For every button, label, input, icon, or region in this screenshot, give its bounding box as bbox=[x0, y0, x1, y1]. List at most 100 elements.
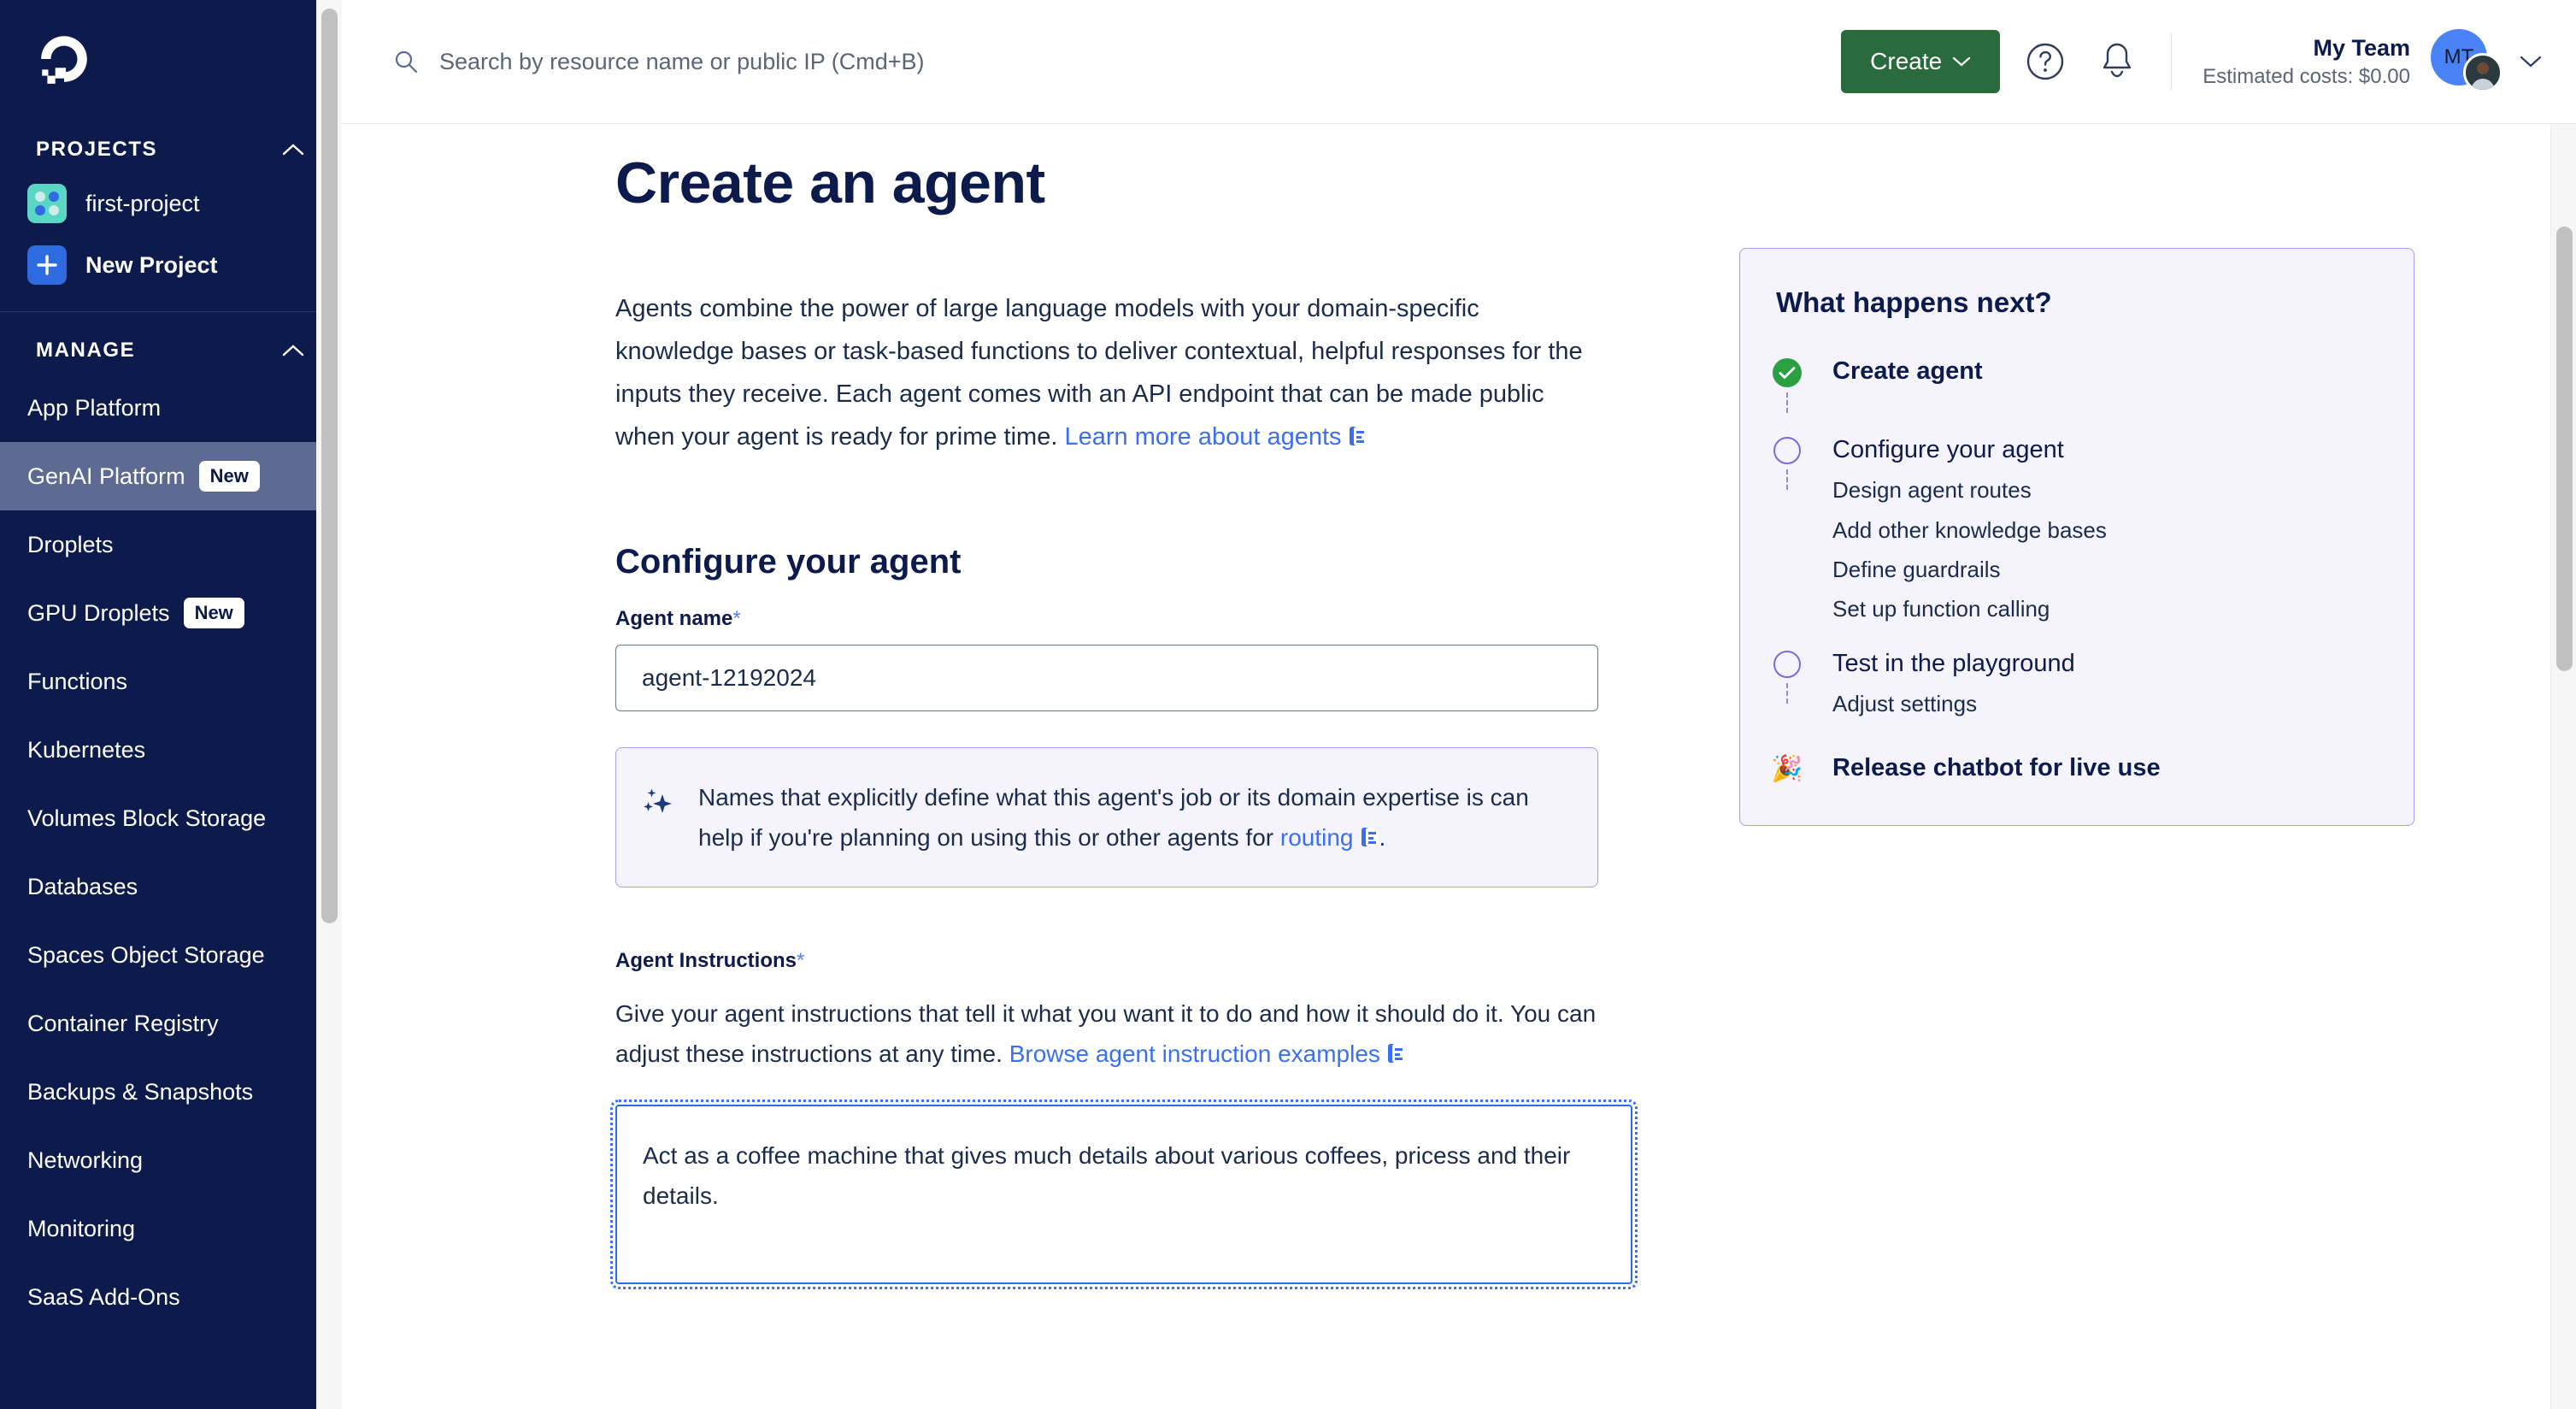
project-grid-icon bbox=[27, 184, 67, 223]
team-name: My Team bbox=[2313, 34, 2410, 61]
sidebar-item-label: Monitoring bbox=[27, 1215, 136, 1241]
step-title: Create agent bbox=[1832, 357, 1983, 385]
sidebar-item-app-platform[interactable]: App Platform bbox=[0, 374, 342, 442]
main-area: Create My Team bbox=[342, 0, 2576, 1409]
next-steps-column: What happens next? Create agent Configur… bbox=[1739, 150, 2414, 1288]
check-icon bbox=[1773, 358, 1802, 387]
badge-new: New bbox=[198, 461, 260, 492]
sidebar-item-label: Networking bbox=[27, 1147, 144, 1173]
sidebar-item-label: Spaces Object Storage bbox=[27, 941, 265, 968]
sidebar-item-gpu-droplets[interactable]: GPU Droplets New bbox=[0, 579, 342, 647]
manage-section-header[interactable]: MANAGE bbox=[0, 327, 342, 374]
step-title: Release chatbot for live use bbox=[1832, 754, 2161, 781]
app-root: PROJECTS first-project New Project MANAG… bbox=[0, 0, 2576, 1409]
search-input[interactable] bbox=[438, 47, 1087, 76]
sidebar-item-volumes-block-storage[interactable]: Volumes Block Storage bbox=[0, 784, 342, 852]
learn-more-link[interactable]: Learn more about agents bbox=[1064, 423, 1341, 451]
search-container[interactable] bbox=[393, 47, 1841, 76]
sidebar-item-label: SaaS Add-Ons bbox=[27, 1283, 180, 1310]
sidebar-item-label: New Project bbox=[85, 251, 218, 278]
sidebar-item-label: Functions bbox=[27, 668, 128, 694]
estimated-costs: Estimated costs: $0.00 bbox=[2203, 64, 2410, 88]
party-popper-icon: 🎉 bbox=[1771, 755, 1803, 783]
user-photo-icon bbox=[2466, 56, 2500, 90]
steps-list: Create agent Configure your agent Design… bbox=[1771, 357, 2373, 784]
sidebar-scrollbar-thumb[interactable] bbox=[321, 9, 338, 923]
digitalocean-logo bbox=[41, 36, 87, 84]
page-scrollbar-thumb[interactable] bbox=[2556, 227, 2573, 671]
step-title: Test in the playground bbox=[1832, 650, 2075, 677]
sidebar-item-label: App Platform bbox=[27, 394, 162, 421]
empty-circle-icon bbox=[1773, 437, 1801, 464]
sidebar-item-container-registry[interactable]: Container Registry bbox=[0, 989, 342, 1058]
chevron-down-icon[interactable] bbox=[2520, 55, 2542, 68]
sidebar-item-databases[interactable]: Databases bbox=[0, 852, 342, 921]
sidebar-item-saas-add-ons[interactable]: SaaS Add-Ons bbox=[0, 1263, 342, 1331]
chevron-down-icon bbox=[1953, 56, 1971, 67]
step-title: Configure your agent bbox=[1832, 436, 2064, 463]
step-connector bbox=[1786, 392, 1788, 413]
document-icon bbox=[1349, 426, 1367, 445]
sidebar-item-label: GPU Droplets bbox=[27, 599, 170, 626]
step-release-chatbot: 🎉 Release chatbot for live use bbox=[1771, 754, 2373, 784]
agent-name-label-text: Agent name bbox=[615, 606, 733, 630]
notifications-button[interactable] bbox=[2091, 35, 2144, 88]
page-scrollbar-track[interactable] bbox=[2550, 124, 2576, 1409]
step-test-playground: Test in the playground Adjust settings bbox=[1773, 651, 2373, 755]
routing-link[interactable]: routing bbox=[1280, 824, 1354, 851]
sidebar-item-functions[interactable]: Functions bbox=[0, 647, 342, 716]
sidebar-item-label: Databases bbox=[27, 873, 138, 899]
sidebar-item-spaces-object-storage[interactable]: Spaces Object Storage bbox=[0, 921, 342, 989]
sidebar-item-monitoring[interactable]: Monitoring bbox=[0, 1194, 342, 1263]
step-subitem: Add other knowledge bases bbox=[1832, 516, 2107, 543]
browse-examples-link[interactable]: Browse agent instruction examples bbox=[1009, 1041, 1380, 1067]
sidebar-item-label: Container Registry bbox=[27, 1010, 219, 1036]
avatar-group[interactable]: MT bbox=[2431, 29, 2506, 92]
page-title: Create an agent bbox=[615, 150, 1045, 215]
bell-icon bbox=[2103, 43, 2132, 78]
configure-section-title: Configure your agent bbox=[615, 542, 962, 581]
avatar-photo bbox=[2463, 53, 2502, 92]
agent-instructions-helper: Give your agent instructions that tell i… bbox=[615, 993, 1598, 1074]
agent-name-tip: Names that explicitly define what this a… bbox=[615, 746, 1598, 887]
sidebar-item-kubernetes[interactable]: Kubernetes bbox=[0, 716, 342, 784]
sidebar-item-label: Kubernetes bbox=[27, 736, 146, 763]
intro-paragraph: Agents combine the power of large langua… bbox=[615, 288, 1594, 459]
step-subitem: Adjust settings bbox=[1832, 691, 1978, 717]
sidebar-item-genai-platform[interactable]: GenAI Platform New bbox=[0, 442, 342, 510]
create-button[interactable]: Create bbox=[1841, 30, 2001, 93]
plus-icon bbox=[27, 245, 67, 285]
sparkles-icon bbox=[644, 788, 672, 813]
help-button[interactable] bbox=[2019, 35, 2072, 88]
sidebar-item-label: GenAI Platform bbox=[27, 463, 185, 489]
agent-instructions-label: Agent Instructions* bbox=[615, 949, 1620, 973]
projects-section-header[interactable]: PROJECTS bbox=[0, 127, 342, 173]
sidebar-item-backups-snapshots[interactable]: Backups & Snapshots bbox=[0, 1058, 342, 1126]
sidebar-item-networking[interactable]: Networking bbox=[0, 1126, 342, 1194]
sidebar-item-label: Backups & Snapshots bbox=[27, 1078, 254, 1105]
what-happens-next-card: What happens next? Create agent Configur… bbox=[1739, 248, 2414, 827]
agent-instructions-textarea[interactable] bbox=[610, 1099, 1638, 1289]
sidebar-scrollbar-track[interactable] bbox=[316, 0, 342, 1409]
sidebar-item-label: first-project bbox=[85, 190, 200, 216]
logo-container[interactable] bbox=[0, 0, 342, 111]
document-icon bbox=[1361, 827, 1379, 846]
required-mark: * bbox=[797, 948, 805, 972]
step-connector bbox=[1786, 469, 1788, 490]
step-subitem: Define guardrails bbox=[1832, 557, 2001, 583]
agent-name-input[interactable] bbox=[615, 644, 1598, 711]
agent-instructions-label-text: Agent Instructions bbox=[615, 948, 797, 972]
chevron-up-icon[interactable] bbox=[282, 344, 304, 357]
sidebar: PROJECTS first-project New Project MANAG… bbox=[0, 0, 342, 1409]
team-info[interactable]: My Team Estimated costs: $0.00 bbox=[2203, 33, 2410, 90]
chevron-up-icon[interactable] bbox=[282, 143, 304, 156]
sidebar-item-droplets[interactable]: Droplets bbox=[0, 510, 342, 579]
sidebar-item-new-project[interactable]: New Project bbox=[0, 234, 342, 296]
sidebar-item-first-project[interactable]: first-project bbox=[0, 173, 342, 234]
sidebar-item-label: Volumes Block Storage bbox=[27, 805, 267, 831]
tip-text: Names that explicitly define what this a… bbox=[698, 777, 1567, 858]
step-configure-agent: Configure your agent Design agent routes… bbox=[1773, 437, 2373, 651]
form-column: Create an agent Agents combine the power… bbox=[610, 150, 1638, 1289]
search-icon bbox=[395, 50, 418, 74]
agent-name-label: Agent name* bbox=[615, 607, 1620, 631]
